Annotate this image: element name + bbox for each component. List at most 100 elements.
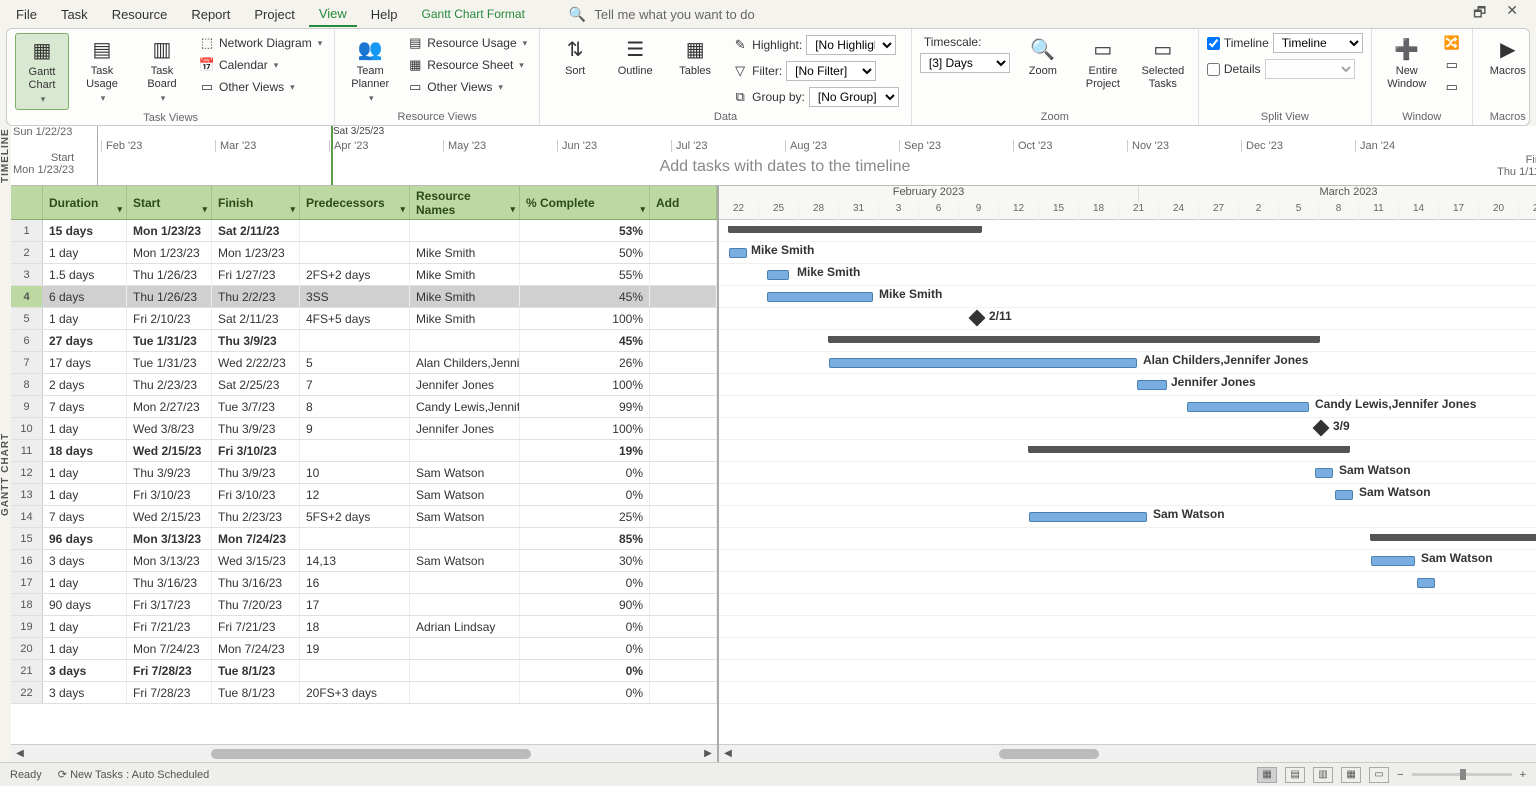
row-number[interactable]: 1 xyxy=(11,220,43,241)
cell-resource-names[interactable]: Sam Watson xyxy=(410,484,520,505)
cell-predecessors[interactable]: 12 xyxy=(300,484,410,505)
cell-add[interactable] xyxy=(650,330,717,351)
macros-button[interactable]: ▶Macros xyxy=(1481,33,1535,82)
tables-button[interactable]: ▦Tables xyxy=(668,33,722,82)
menu-file[interactable]: File xyxy=(6,3,47,26)
chevron-down-icon[interactable]: ▾ xyxy=(202,204,207,215)
hide-button[interactable]: ▭ xyxy=(1440,77,1464,97)
scroll-right-icon[interactable]: ▶ xyxy=(699,748,717,759)
cell-resource-names[interactable]: Mike Smith xyxy=(410,308,520,329)
cell-complete[interactable]: 19% xyxy=(520,440,650,461)
cell-complete[interactable]: 50% xyxy=(520,242,650,263)
cell-finish[interactable]: Wed 3/15/23 xyxy=(212,550,300,571)
cell-add[interactable] xyxy=(650,418,717,439)
cell-start[interactable]: Thu 1/26/23 xyxy=(127,264,212,285)
table-row[interactable]: 14 7 days Wed 2/15/23 Thu 2/23/23 5FS+2 … xyxy=(11,506,717,528)
cell-resource-names[interactable]: Mike Smith xyxy=(410,286,520,307)
cell-finish[interactable]: Tue 8/1/23 xyxy=(212,660,300,681)
cell-complete[interactable]: 99% xyxy=(520,396,650,417)
cell-predecessors[interactable] xyxy=(300,660,410,681)
cell-add[interactable] xyxy=(650,352,717,373)
cell-add[interactable] xyxy=(650,528,717,549)
cell-duration[interactable]: 1 day xyxy=(43,484,127,505)
col-duration[interactable]: Duration▾ xyxy=(43,186,127,219)
cell-complete[interactable]: 85% xyxy=(520,528,650,549)
arrange-all-button[interactable]: ▭ xyxy=(1440,55,1464,75)
cell-duration[interactable]: 17 days xyxy=(43,352,127,373)
cell-start[interactable]: Mon 1/23/23 xyxy=(127,242,212,263)
cell-start[interactable]: Mon 2/27/23 xyxy=(127,396,212,417)
cell-complete[interactable]: 53% xyxy=(520,220,650,241)
gantt-task-bar[interactable] xyxy=(1315,468,1333,478)
cell-predecessors[interactable]: 2FS+2 days xyxy=(300,264,410,285)
gantt-summary-bar[interactable] xyxy=(829,336,1319,343)
table-row[interactable]: 10 1 day Wed 3/8/23 Thu 3/9/23 9 Jennife… xyxy=(11,418,717,440)
cell-predecessors[interactable]: 14,13 xyxy=(300,550,410,571)
cell-duration[interactable]: 90 days xyxy=(43,594,127,615)
cell-finish[interactable]: Thu 3/9/23 xyxy=(212,418,300,439)
row-number[interactable]: 6 xyxy=(11,330,43,351)
cell-complete[interactable]: 100% xyxy=(520,418,650,439)
zoom-in-icon[interactable]: + xyxy=(1520,769,1526,781)
cell-start[interactable]: Thu 1/26/23 xyxy=(127,286,212,307)
cell-complete[interactable]: 55% xyxy=(520,264,650,285)
cell-resource-names[interactable]: Alan Childers,Jennifer Jones xyxy=(410,352,520,373)
timeline-checkbox[interactable] xyxy=(1207,37,1220,50)
cell-predecessors[interactable]: 3SS xyxy=(300,286,410,307)
gantt-task-bar[interactable] xyxy=(829,358,1137,368)
other-resource-views-button[interactable]: ▭Other Views▾ xyxy=(403,77,531,97)
cell-start[interactable]: Mon 1/23/23 xyxy=(127,220,212,241)
cell-add[interactable] xyxy=(650,286,717,307)
cell-complete[interactable]: 25% xyxy=(520,506,650,527)
cell-predecessors[interactable]: 7 xyxy=(300,374,410,395)
cell-add[interactable] xyxy=(650,440,717,461)
cell-finish[interactable]: Thu 2/23/23 xyxy=(212,506,300,527)
cell-add[interactable] xyxy=(650,374,717,395)
cell-complete[interactable]: 90% xyxy=(520,594,650,615)
timeline-select[interactable]: Timeline xyxy=(1273,33,1363,53)
table-row[interactable]: 4 6 days Thu 1/26/23 Thu 2/2/23 3SS Mike… xyxy=(11,286,717,308)
chevron-down-icon[interactable]: ▾ xyxy=(117,204,122,215)
cell-start[interactable]: Fri 7/21/23 xyxy=(127,616,212,637)
table-hscroll[interactable]: ◀ ▶ xyxy=(11,744,717,762)
menu-help[interactable]: Help xyxy=(361,3,408,26)
cell-complete[interactable]: 26% xyxy=(520,352,650,373)
cell-resource-names[interactable] xyxy=(410,440,520,461)
cell-finish[interactable]: Fri 3/10/23 xyxy=(212,484,300,505)
timescale-select[interactable]: [3] Days xyxy=(920,53,1010,73)
table-row[interactable]: 8 2 days Thu 2/23/23 Sat 2/25/23 7 Jenni… xyxy=(11,374,717,396)
cell-finish[interactable]: Mon 7/24/23 xyxy=(212,638,300,659)
row-number[interactable]: 10 xyxy=(11,418,43,439)
col-finish[interactable]: Finish▾ xyxy=(212,186,300,219)
cell-predecessors[interactable]: 18 xyxy=(300,616,410,637)
cell-start[interactable]: Fri 3/10/23 xyxy=(127,484,212,505)
col-complete[interactable]: % Complete▾ xyxy=(520,186,650,219)
view-gantt-icon[interactable]: ▦ xyxy=(1257,767,1277,783)
row-number[interactable]: 17 xyxy=(11,572,43,593)
cell-predecessors[interactable] xyxy=(300,330,410,351)
chevron-down-icon[interactable]: ▾ xyxy=(400,204,405,215)
calendar-button[interactable]: 📅Calendar▾ xyxy=(195,55,326,75)
cell-add[interactable] xyxy=(650,264,717,285)
cell-duration[interactable]: 1 day xyxy=(43,308,127,329)
cell-finish[interactable]: Thu 2/2/23 xyxy=(212,286,300,307)
cell-duration[interactable]: 18 days xyxy=(43,440,127,461)
cell-resource-names[interactable]: Jennifer Jones xyxy=(410,374,520,395)
filter-select[interactable]: [No Filter] xyxy=(786,61,876,81)
zoom-slider[interactable] xyxy=(1412,773,1512,776)
row-number[interactable]: 3 xyxy=(11,264,43,285)
cell-finish[interactable]: Thu 3/9/23 xyxy=(212,330,300,351)
cell-duration[interactable]: 1 day xyxy=(43,242,127,263)
cell-duration[interactable]: 3 days xyxy=(43,660,127,681)
cell-resource-names[interactable]: Mike Smith xyxy=(410,242,520,263)
cell-finish[interactable]: Mon 7/24/23 xyxy=(212,528,300,549)
table-row[interactable]: 12 1 day Thu 3/9/23 Thu 3/9/23 10 Sam Wa… xyxy=(11,462,717,484)
cell-predecessors[interactable] xyxy=(300,440,410,461)
gantt-summary-bar[interactable] xyxy=(729,226,981,233)
menu-resource[interactable]: Resource xyxy=(102,3,178,26)
team-planner-button[interactable]: 👥 Team Planner▾ xyxy=(343,33,397,108)
table-row[interactable]: 15 96 days Mon 3/13/23 Mon 7/24/23 85% xyxy=(11,528,717,550)
cell-add[interactable] xyxy=(650,220,717,241)
cell-predecessors[interactable] xyxy=(300,220,410,241)
scroll-left-icon[interactable]: ◀ xyxy=(11,748,29,759)
